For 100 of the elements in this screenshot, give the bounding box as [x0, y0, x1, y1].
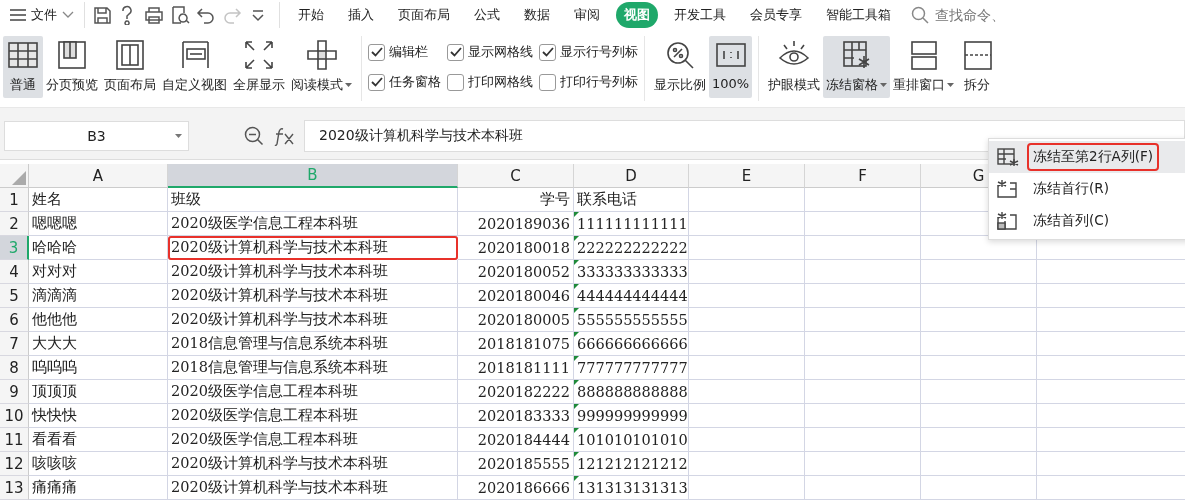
- fullscreen-view-button[interactable]: 全屏显示: [230, 36, 288, 98]
- table-cell: 2020级计算机科学与技术本科班: [168, 452, 458, 476]
- ribbon-tab[interactable]: 开始: [290, 2, 332, 28]
- table-cell: 2020186666: [458, 476, 574, 500]
- split-button[interactable]: 拆分: [957, 36, 998, 98]
- table-cell: 121212121212: [574, 452, 689, 476]
- column-header[interactable]: E: [689, 164, 805, 188]
- table-cell: 痛痛痛: [29, 476, 168, 500]
- table-cell: 777777777777: [574, 356, 689, 380]
- column-header[interactable]: F: [805, 164, 921, 188]
- search-field[interactable]: 查找命令、: [933, 6, 1037, 24]
- menu-annotation: 冻结首列(C): [1032, 211, 1110, 230]
- table-cell: 2020级医学信息工程本科班: [168, 428, 458, 452]
- row-header[interactable]: 6: [0, 308, 29, 332]
- ribbon-tab[interactable]: 页面布局: [390, 2, 458, 28]
- eye-button[interactable]: 护眼模式: [765, 36, 824, 98]
- table-cell: 2020182222: [458, 380, 574, 404]
- checkbox[interactable]: 显示网格线: [447, 39, 533, 65]
- row-header[interactable]: 13: [0, 476, 29, 500]
- ribbon-tab[interactable]: 插入: [340, 2, 382, 28]
- table-cell: 2018信息管理与信息系统本科班: [168, 332, 458, 356]
- file-menu[interactable]: 文件: [10, 6, 78, 24]
- table-cell: 333333333333: [574, 260, 689, 284]
- column-header[interactable]: C: [458, 164, 574, 188]
- row-header[interactable]: 5: [0, 284, 29, 308]
- ribbon-tab[interactable]: 数据: [516, 2, 558, 28]
- table-cell: 大大大: [29, 332, 168, 356]
- arrange-button[interactable]: 重排窗口: [890, 36, 958, 98]
- ribbon-tab[interactable]: 智能工具箱: [818, 2, 899, 28]
- table-cell: 131313131313: [574, 476, 689, 500]
- ribbon-tab[interactable]: 审阅: [566, 2, 608, 28]
- table-cell: 2020189036: [458, 212, 574, 236]
- ribbon-tab[interactable]: 公式: [466, 2, 508, 28]
- menu-item[interactable]: 冻结至第2行A列(F): [989, 141, 1185, 173]
- table-cell: 2020级计算机科学与技术本科班: [168, 260, 458, 284]
- table-cell: 呜呜呜: [29, 356, 168, 380]
- checkbox[interactable]: 打印网格线: [447, 69, 533, 95]
- row-header[interactable]: 2: [0, 212, 29, 236]
- freeze-button[interactable]: 冻结窗格: [823, 36, 891, 98]
- custom-view-button[interactable]: 自定义视图: [159, 36, 230, 98]
- table-cell: 2018信息管理与信息系统本科班: [168, 356, 458, 380]
- table-cell: 看看看: [29, 428, 168, 452]
- table-cell: 学号: [458, 188, 574, 212]
- table-cell: 222222222222: [574, 236, 689, 260]
- column-header[interactable]: A: [29, 164, 168, 188]
- table-cell: 111111111111: [574, 212, 689, 236]
- table-cell: 2020级医学信息工程本科班: [168, 404, 458, 428]
- table-cell: 2020185555: [458, 452, 574, 476]
- row-header[interactable]: 12: [0, 452, 29, 476]
- row-header[interactable]: 9: [0, 380, 29, 404]
- table-cell: 顶顶顶: [29, 380, 168, 404]
- table-cell: 101010101010: [574, 428, 689, 452]
- table-cell: 2020级计算机科学与技术本科班: [168, 308, 458, 332]
- table-cell: 滴滴滴: [29, 284, 168, 308]
- checkbox[interactable]: 编辑栏: [368, 39, 441, 65]
- grid-view-button[interactable]: 普通: [3, 36, 43, 98]
- table-cell: 快快快: [29, 404, 168, 428]
- row-header[interactable]: 1: [0, 188, 29, 212]
- table-cell: 咳咳咳: [29, 452, 168, 476]
- row-header[interactable]: 11: [0, 428, 29, 452]
- row-header[interactable]: 4: [0, 260, 29, 284]
- row-header[interactable]: 7: [0, 332, 29, 356]
- table-cell: 姓名: [29, 188, 168, 212]
- table-cell: 2020级计算机科学与技术本科班: [168, 476, 458, 500]
- table-cell: 555555555555: [574, 308, 689, 332]
- table-cell: 2020级医学信息工程本科班: [168, 380, 458, 404]
- table-cell: 2020183333: [458, 404, 574, 428]
- column-header[interactable]: D: [574, 164, 689, 188]
- menu-item[interactable]: 冻结首列(C): [989, 205, 1185, 237]
- table-cell: 2020级计算机科学与技术本科班: [168, 284, 458, 308]
- menu-annotation: 冻结至第2行A列(F): [1027, 143, 1160, 171]
- actual-size-button[interactable]: 100%: [709, 36, 753, 98]
- table-cell: 999999999999: [574, 404, 689, 428]
- table-cell: 2020180018: [458, 236, 574, 260]
- ribbon-tab[interactable]: 会员专享: [742, 2, 810, 28]
- checkbox[interactable]: 任务窗格: [368, 69, 441, 95]
- layout-view-button[interactable]: 页面布局: [101, 36, 159, 98]
- table-cell: 2020184444: [458, 428, 574, 452]
- table-cell: 2018181075: [458, 332, 574, 356]
- table-cell: 联系电话: [574, 188, 689, 212]
- checkbox[interactable]: 显示行号列标: [539, 39, 638, 65]
- table-cell: 2020180046: [458, 284, 574, 308]
- reading-view-button[interactable]: 阅读模式: [288, 36, 355, 98]
- table-cell: 666666666666: [574, 332, 689, 356]
- table-cell: 2018181111: [458, 356, 574, 380]
- pagebreak-view-button[interactable]: 分页预览: [43, 36, 101, 98]
- table-cell: 2020180005: [458, 308, 574, 332]
- table-cell: 嗯嗯嗯: [29, 212, 168, 236]
- row-header[interactable]: 10: [0, 404, 29, 428]
- table-cell: 他他他: [29, 308, 168, 332]
- row-header[interactable]: 8: [0, 356, 29, 380]
- zoom-button[interactable]: 显示比例: [651, 36, 709, 98]
- checkbox[interactable]: 打印行号列标: [539, 69, 638, 95]
- table-cell: 888888888888: [574, 380, 689, 404]
- table-cell: 班级: [168, 188, 458, 212]
- name-box[interactable]: B3: [4, 120, 189, 151]
- ribbon-tab[interactable]: 开发工具: [666, 2, 734, 28]
- table-cell: 2020级医学信息工程本科班: [168, 212, 458, 236]
- table-cell: 444444444444: [574, 284, 689, 308]
- table-cell: 对对对: [29, 260, 168, 284]
